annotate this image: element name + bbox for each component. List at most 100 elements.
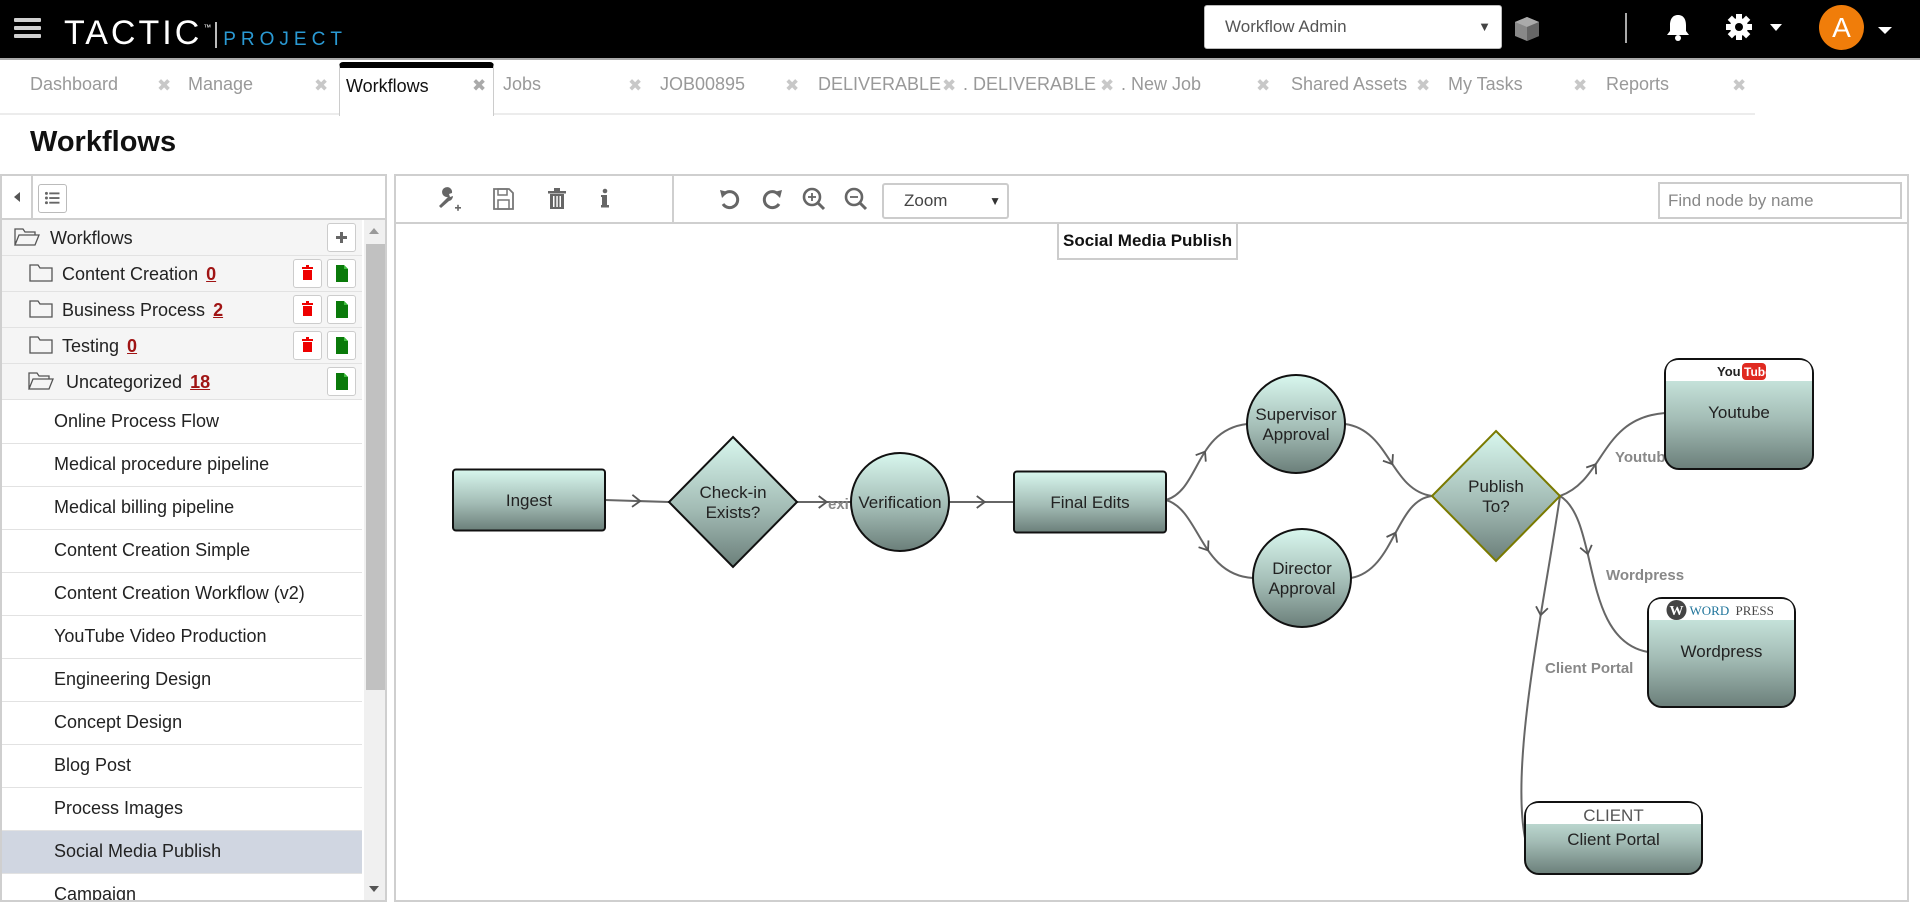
close-icon[interactable]: ✖ <box>1573 76 1587 96</box>
tab-manage[interactable]: Manage <box>188 65 253 116</box>
workflow-list-item[interactable]: Content Creation Simple <box>2 530 362 573</box>
user-avatar[interactable]: A <box>1819 5 1864 50</box>
node-checkin[interactable]: Check-inExists? <box>667 435 799 569</box>
node-final-edits[interactable]: Final Edits <box>1013 470 1167 534</box>
tree-folder-testing[interactable]: Testing 0 <box>2 328 362 364</box>
close-icon[interactable]: ✖ <box>942 76 956 96</box>
close-icon[interactable]: ✖ <box>785 76 799 96</box>
edge-checkin-verification[interactable]: exi <box>797 495 851 513</box>
workflow-list-item[interactable]: Online Process Flow <box>2 401 362 444</box>
delete-folder-button[interactable] <box>293 331 322 360</box>
node-supervisor[interactable]: SupervisorApproval <box>1246 374 1346 474</box>
folder-count-link[interactable]: 0 <box>127 336 137 356</box>
workflow-list-item-selected[interactable]: Social Media Publish <box>2 831 362 874</box>
new-workflow-button[interactable] <box>327 295 356 324</box>
node-shape[interactable] <box>667 435 799 569</box>
close-icon[interactable]: ✖ <box>1100 76 1114 96</box>
workflow-list-item[interactable]: Medical procedure pipeline <box>2 444 362 487</box>
edge-line[interactable] <box>1165 499 1254 579</box>
tab-deliverable-2[interactable]: . DELIVERABLE <box>963 65 1096 116</box>
delete-folder-button[interactable] <box>293 259 322 288</box>
workflow-list-item[interactable]: Campaign <box>2 874 362 900</box>
folder-count-link[interactable]: 2 <box>213 300 223 320</box>
new-workflow-button[interactable] <box>327 259 356 288</box>
hamburger-menu-icon[interactable] <box>14 18 41 38</box>
sidebar-toolbar <box>2 176 385 220</box>
edge-line[interactable] <box>1344 423 1433 497</box>
node-director[interactable]: DirectorApproval <box>1252 528 1352 628</box>
workflow-list-item[interactable]: YouTube Video Production <box>2 616 362 659</box>
edge-publish-youtube[interactable]: Youtub <box>1559 412 1666 497</box>
node-label: Approval <box>1262 425 1329 444</box>
tab-deliverable-1[interactable]: DELIVERABLE <box>818 65 941 116</box>
workflow-list-item[interactable]: Process Images <box>2 788 362 831</box>
node-ingest[interactable]: Ingest <box>452 468 606 532</box>
edge-publish-client-portal[interactable]: Client Portal <box>1520 495 1633 839</box>
close-icon[interactable]: ✖ <box>628 76 642 96</box>
folder-count-link[interactable]: 18 <box>190 372 210 392</box>
list-view-icon[interactable] <box>38 184 67 213</box>
tab-reports[interactable]: Reports <box>1606 65 1669 116</box>
node-verification[interactable]: Verification <box>850 452 950 552</box>
edge-verification-final-edits[interactable] <box>949 495 1014 509</box>
close-icon[interactable]: ✖ <box>1416 76 1430 96</box>
node-publish[interactable]: PublishTo? <box>1430 429 1562 563</box>
edge-line[interactable] <box>1350 495 1433 579</box>
collapse-sidebar-button[interactable] <box>2 176 33 218</box>
node-shape[interactable] <box>1246 374 1346 474</box>
bell-icon[interactable] <box>1664 12 1692 42</box>
scroll-up-arrow-icon[interactable] <box>369 228 379 234</box>
sidebar-scrollbar[interactable] <box>364 220 385 900</box>
node-shape[interactable] <box>1252 528 1352 628</box>
tab-my-tasks[interactable]: My Tasks <box>1448 65 1523 116</box>
edge-line[interactable] <box>604 499 670 503</box>
edge-supervisor-publish[interactable] <box>1344 423 1433 497</box>
tab-dashboard[interactable]: Dashboard <box>30 65 118 116</box>
node-wordpress[interactable]: W WORD PRESS Wordpress <box>1647 597 1796 708</box>
node-youtube[interactable]: You Tube Youtube <box>1664 358 1814 470</box>
close-icon[interactable]: ✖ <box>1732 76 1746 96</box>
user-menu-caret-icon[interactable] <box>1878 27 1892 34</box>
tree-root-workflows[interactable]: Workflows <box>2 220 362 256</box>
cube-icon[interactable] <box>1512 14 1542 44</box>
workflow-list-item[interactable]: Blog Post <box>2 745 362 788</box>
tree-folder-business-process[interactable]: Business Process 2 <box>2 292 362 328</box>
gear-icon[interactable] <box>1724 12 1754 42</box>
chevron-down-icon: ▼ <box>1478 19 1491 34</box>
node-client-portal[interactable]: CLIENT Client Portal <box>1524 801 1703 875</box>
tab-workflows[interactable]: Workflows <box>339 62 494 116</box>
node-shape[interactable] <box>1430 429 1562 563</box>
workflow-list-item[interactable]: Medical billing pipeline <box>2 487 362 530</box>
workflow-list-item[interactable]: Content Creation Workflow (v2) <box>2 573 362 616</box>
node-label: Supervisor <box>1255 405 1337 424</box>
scrollbar-thumb[interactable] <box>366 244 385 690</box>
trash-icon <box>302 265 313 280</box>
edge-ingest-checkin[interactable] <box>604 494 670 508</box>
tab-new-job[interactable]: . New Job <box>1121 65 1201 116</box>
edge-line[interactable] <box>1165 423 1248 501</box>
add-folder-button[interactable] <box>327 223 356 252</box>
tree-folder-uncategorized[interactable]: Uncategorized 18 <box>2 364 362 400</box>
new-workflow-button[interactable] <box>327 331 356 360</box>
workflow-diagram[interactable]: exi Youtub Wordpress Client Portal Ingest Ch… <box>396 176 1907 900</box>
close-icon[interactable]: ✖ <box>472 76 486 96</box>
tree-folder-content-creation[interactable]: Content Creation 0 <box>2 256 362 292</box>
close-icon[interactable]: ✖ <box>314 76 328 96</box>
close-icon[interactable]: ✖ <box>157 76 171 96</box>
tactic-logo[interactable]: TACTIC ™ PROJECT <box>64 10 347 50</box>
tab-job00895[interactable]: JOB00895 <box>660 65 745 116</box>
edge-final-edits-supervisor[interactable] <box>1165 423 1248 501</box>
folder-count-link[interactable]: 0 <box>206 264 216 284</box>
settings-dropdown-caret-icon[interactable] <box>1770 24 1782 31</box>
close-icon[interactable]: ✖ <box>1256 76 1270 96</box>
tab-jobs[interactable]: Jobs <box>503 65 541 116</box>
scroll-down-arrow-icon[interactable] <box>369 886 379 892</box>
workflow-list-item[interactable]: Concept Design <box>2 702 362 745</box>
edge-final-edits-director[interactable] <box>1165 499 1254 579</box>
tab-shared-assets[interactable]: Shared Assets <box>1291 65 1407 116</box>
delete-folder-button[interactable] <box>293 295 322 324</box>
workflow-list-item[interactable]: Engineering Design <box>2 659 362 702</box>
new-workflow-button[interactable] <box>327 367 356 396</box>
project-select[interactable]: Workflow Admin ▼ <box>1204 5 1502 49</box>
edge-director-publish[interactable] <box>1350 495 1433 579</box>
